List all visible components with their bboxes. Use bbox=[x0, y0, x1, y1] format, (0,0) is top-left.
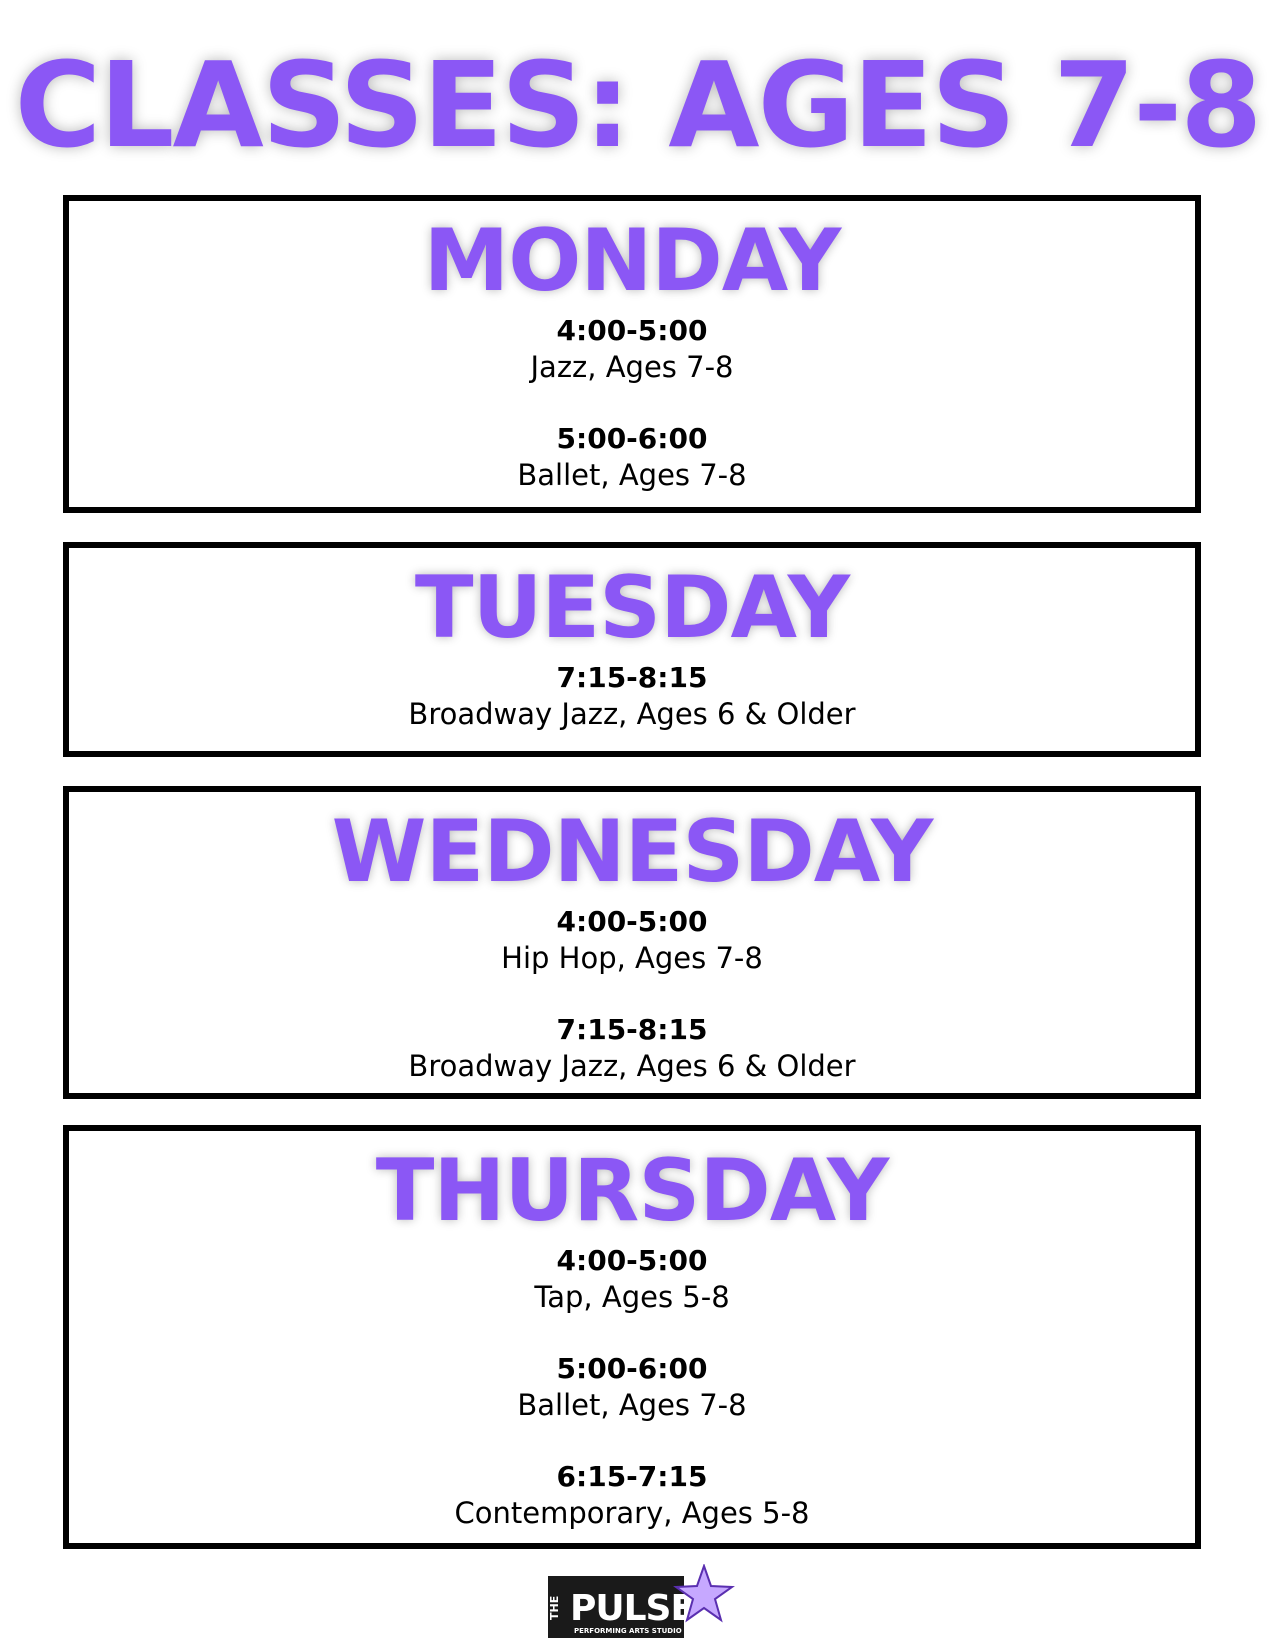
class-session: 7:15-8:15 Broadway Jazz, Ages 6 & Older bbox=[69, 660, 1195, 732]
session-time: 4:00-5:00 bbox=[556, 1244, 708, 1277]
session-time: 6:15-7:15 bbox=[556, 1460, 708, 1493]
logo-tagline: PERFORMING ARTS STUDIO bbox=[574, 1627, 682, 1635]
logo-prefix: THE bbox=[548, 1596, 561, 1620]
session-time: 4:00-5:00 bbox=[556, 314, 708, 347]
class-session: 7:15-8:15 Broadway Jazz, Ages 6 & Older bbox=[69, 1012, 1195, 1084]
day-box-tuesday: TUESDAY 7:15-8:15 Broadway Jazz, Ages 6 … bbox=[63, 542, 1201, 757]
page-title: CLASSES: AGES 7-8 bbox=[14, 36, 1263, 174]
day-heading: THURSDAY bbox=[375, 1141, 890, 1241]
session-description: Hip Hop, Ages 7-8 bbox=[501, 941, 763, 975]
session-description: Jazz, Ages 7-8 bbox=[530, 350, 734, 384]
session-time: 5:00-6:00 bbox=[556, 422, 708, 455]
session-time: 4:00-5:00 bbox=[556, 905, 708, 938]
session-description: Tap, Ages 5-8 bbox=[534, 1280, 730, 1314]
session-description: Broadway Jazz, Ages 6 & Older bbox=[408, 1049, 856, 1083]
day-box-monday: MONDAY 4:00-5:00 Jazz, Ages 7-8 5:00-6:0… bbox=[63, 195, 1201, 513]
class-session: 5:00-6:00 Ballet, Ages 7-8 bbox=[69, 1351, 1195, 1423]
class-session: 4:00-5:00 Jazz, Ages 7-8 bbox=[69, 313, 1195, 385]
session-time: 7:15-8:15 bbox=[556, 661, 708, 694]
day-heading: WEDNESDAY bbox=[331, 802, 934, 902]
class-session: 5:00-6:00 Ballet, Ages 7-8 bbox=[69, 421, 1195, 493]
day-heading: MONDAY bbox=[423, 211, 842, 311]
session-description: Ballet, Ages 7-8 bbox=[517, 458, 747, 492]
studio-logo: THE PULSE PERFORMING ARTS STUDIO bbox=[548, 1564, 735, 1638]
session-time: 7:15-8:15 bbox=[556, 1013, 708, 1046]
class-session: 4:00-5:00 Tap, Ages 5-8 bbox=[69, 1243, 1195, 1315]
session-time: 5:00-6:00 bbox=[556, 1352, 708, 1385]
class-session: 6:15-7:15 Contemporary, Ages 5-8 bbox=[69, 1459, 1195, 1531]
class-session: 4:00-5:00 Hip Hop, Ages 7-8 bbox=[69, 904, 1195, 976]
day-box-wednesday: WEDNESDAY 4:00-5:00 Hip Hop, Ages 7-8 7:… bbox=[63, 786, 1201, 1099]
session-description: Broadway Jazz, Ages 6 & Older bbox=[408, 697, 856, 731]
day-box-thursday: THURSDAY 4:00-5:00 Tap, Ages 5-8 5:00-6:… bbox=[63, 1125, 1201, 1549]
session-description: Contemporary, Ages 5-8 bbox=[454, 1496, 810, 1530]
session-description: Ballet, Ages 7-8 bbox=[517, 1388, 747, 1422]
day-heading: TUESDAY bbox=[414, 558, 850, 658]
logo-name: PULSE bbox=[570, 1588, 694, 1629]
